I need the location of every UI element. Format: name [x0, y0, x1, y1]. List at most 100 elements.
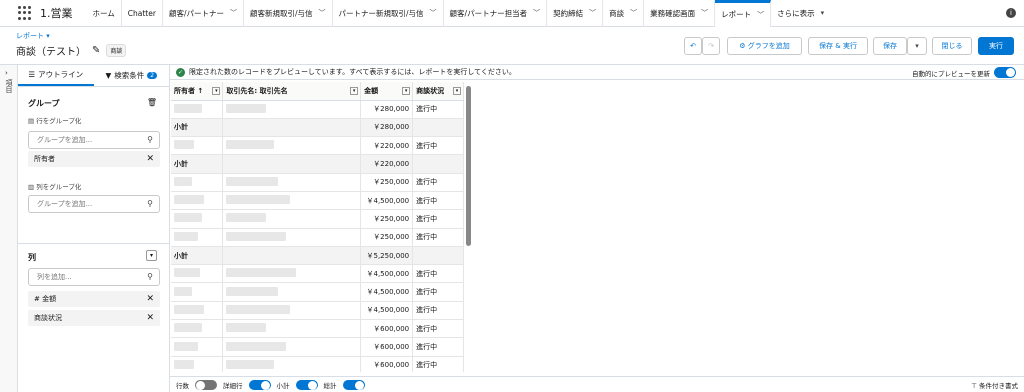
group-rows-label: ▤ 行をグループ化: [28, 117, 82, 125]
account-name-cell: [222, 173, 362, 192]
chevron-down-icon[interactable]: ﹀: [630, 8, 637, 18]
amount-cell: ￥280,000: [360, 100, 414, 119]
amount-cell: ￥5,250,000: [360, 246, 414, 266]
expand-icon[interactable]: ›: [5, 69, 8, 77]
save-and-run-button[interactable]: 保存 & 実行: [808, 37, 868, 55]
redacted-text: [226, 341, 287, 351]
column-menu-icon[interactable]: ▾: [350, 86, 359, 95]
table-row: ￥220,000 進行中: [171, 136, 464, 156]
nav-item-business-check[interactable]: 業務確認画面 ﹀: [644, 0, 716, 27]
columns-search[interactable]: 列を追加... ⚲: [28, 268, 160, 286]
owner-cell: [171, 264, 224, 284]
column-header[interactable]: 商談状況 ▾: [412, 82, 464, 101]
column-menu-icon[interactable]: ▾: [453, 86, 461, 95]
report-table: 所有者 ↑ ▾ 取引先名: 取引先名 ▾ 金額 ▾ 商談状況 ▾ ￥280,000 進行中…: [171, 82, 464, 372]
close-button[interactable]: 閉じる: [932, 37, 972, 55]
report-type-badge: 商談: [106, 44, 127, 57]
table-row: ￥4,500,000 進行中: [171, 191, 464, 211]
account-name-cell: [222, 136, 362, 156]
group-cols-search[interactable]: グループを追加... ⚲: [28, 195, 160, 213]
column-menu-icon[interactable]: ▾: [212, 86, 221, 95]
trash-icon[interactable]: 🗑: [147, 98, 157, 107]
nav-item-partner-credit[interactable]: パートナー新規取引/与信 ﹀: [333, 0, 444, 27]
table-row: ￥600,000 進行中: [171, 319, 464, 339]
close-icon[interactable]: ✕: [146, 151, 154, 167]
divider: [18, 243, 170, 244]
column-header[interactable]: 金額 ▾: [360, 82, 414, 101]
grand-total-toggle[interactable]: [342, 379, 365, 390]
app-launcher-icon[interactable]: [18, 6, 32, 20]
column-item[interactable]: # 金額 ✕: [28, 291, 160, 307]
chevron-down-icon[interactable]: ﹀: [589, 8, 596, 18]
search-icon: ⚲: [147, 135, 153, 144]
fields-rail[interactable]: › 項目: [0, 65, 18, 392]
add-chart-button[interactable]: ⚙ グラフを追加: [727, 37, 802, 55]
row-count-toggle[interactable]: [195, 379, 217, 390]
chevron-down-icon[interactable]: ﹀: [533, 8, 540, 18]
run-button[interactable]: 実行: [978, 37, 1014, 55]
page-title-row: 商談（テスト） ✎ 商談: [16, 43, 127, 58]
amount-cell: ￥220,000: [360, 136, 414, 156]
chevron-down-icon[interactable]: ﹀: [701, 8, 708, 18]
status-cell: 進行中: [412, 136, 464, 156]
redacted-text: [174, 268, 200, 278]
group-section-title: グループ: [28, 99, 60, 108]
nav-item-opportunities[interactable]: 商談 ﹀: [603, 0, 645, 27]
table-row: ￥4,500,000 進行中: [171, 264, 464, 284]
nav-item-reports[interactable]: レポート ﹀: [715, 0, 772, 27]
column-menu-icon[interactable]: ▾: [402, 86, 411, 95]
scrollbar[interactable]: [466, 86, 471, 246]
amount-cell: ￥250,000: [360, 209, 414, 229]
conditional-format-button[interactable]: ⊤ 条件付き書式: [971, 380, 1018, 390]
group-rows-search[interactable]: グループを追加... ⚲: [28, 131, 160, 149]
account-name-cell: [222, 228, 362, 247]
undo-button[interactable]: ↶: [684, 37, 702, 55]
nav-item-contracts[interactable]: 契約締結 ﹀: [547, 0, 604, 27]
search-icon: ⚲: [147, 272, 153, 281]
close-icon[interactable]: ✕: [146, 291, 154, 307]
tab-outline[interactable]: ☰ アウトライン: [18, 65, 94, 86]
breadcrumb[interactable]: レポート ▾: [16, 31, 50, 41]
caret-down-icon[interactable]: ▾: [821, 9, 825, 17]
fields-rail-label: 項目: [5, 79, 13, 93]
nav-item-more[interactable]: さらに表示 ▾: [771, 0, 830, 27]
owner-cell: [171, 173, 224, 192]
subtotal-toggle[interactable]: [295, 379, 318, 390]
search-icon: ⚲: [147, 199, 153, 208]
column-header[interactable]: 取引先名: 取引先名 ▾: [222, 82, 362, 101]
account-name-cell: [222, 282, 362, 302]
redacted-text: [226, 213, 267, 223]
auto-preview-toggle[interactable]: [994, 67, 1016, 78]
save-menu-caret-icon[interactable]: ▾: [907, 37, 927, 55]
info-icon[interactable]: i: [1006, 8, 1016, 18]
chevron-down-icon[interactable]: ﹀: [319, 8, 326, 18]
nav-item-new-credit[interactable]: 顧客新規取引/与信 ﹀: [244, 0, 333, 27]
owner-cell: [171, 136, 224, 156]
nav-item-chatter[interactable]: Chatter: [122, 0, 163, 27]
report-header: レポート ▾ 商談（テスト） ✎ 商談 ↶ ↷ ⚙ グラフを追加 保存 & 実行…: [0, 27, 1024, 65]
redo-button[interactable]: ↷: [702, 37, 720, 55]
amount-cell: ￥220,000: [360, 154, 414, 174]
pencil-icon[interactable]: ✎: [92, 45, 100, 56]
save-button[interactable]: 保存: [873, 37, 907, 55]
tab-filters[interactable]: ▼ 検索条件 2: [94, 65, 170, 86]
column-header[interactable]: 所有者 ↑ ▾: [171, 82, 224, 101]
nav-item-contacts[interactable]: 顧客/パートナー担当者 ﹀: [444, 0, 548, 27]
status-cell: 進行中: [412, 356, 464, 372]
close-icon[interactable]: ✕: [146, 310, 154, 326]
chevron-down-icon[interactable]: ﹀: [430, 8, 437, 18]
columns-menu-icon[interactable]: ▾: [146, 250, 157, 261]
paint-icon: ⊤: [971, 382, 979, 390]
column-item[interactable]: 商談状況 ✕: [28, 310, 160, 326]
chevron-down-icon[interactable]: ﹀: [757, 10, 764, 20]
nav-item-accounts[interactable]: 顧客/パートナー ﹀: [163, 0, 244, 27]
redacted-text: [174, 359, 194, 369]
nav-item-home[interactable]: ホーム: [87, 0, 122, 27]
chevron-down-icon[interactable]: ﹀: [230, 8, 237, 18]
amount-cell: ￥4,500,000: [360, 301, 414, 321]
redacted-text: [226, 323, 267, 333]
table-row: ￥600,000 進行中: [171, 337, 464, 357]
group-row-item[interactable]: 所有者 ✕: [28, 151, 160, 167]
amount-cell: ￥4,500,000: [360, 191, 414, 211]
detail-rows-toggle[interactable]: [248, 379, 271, 390]
